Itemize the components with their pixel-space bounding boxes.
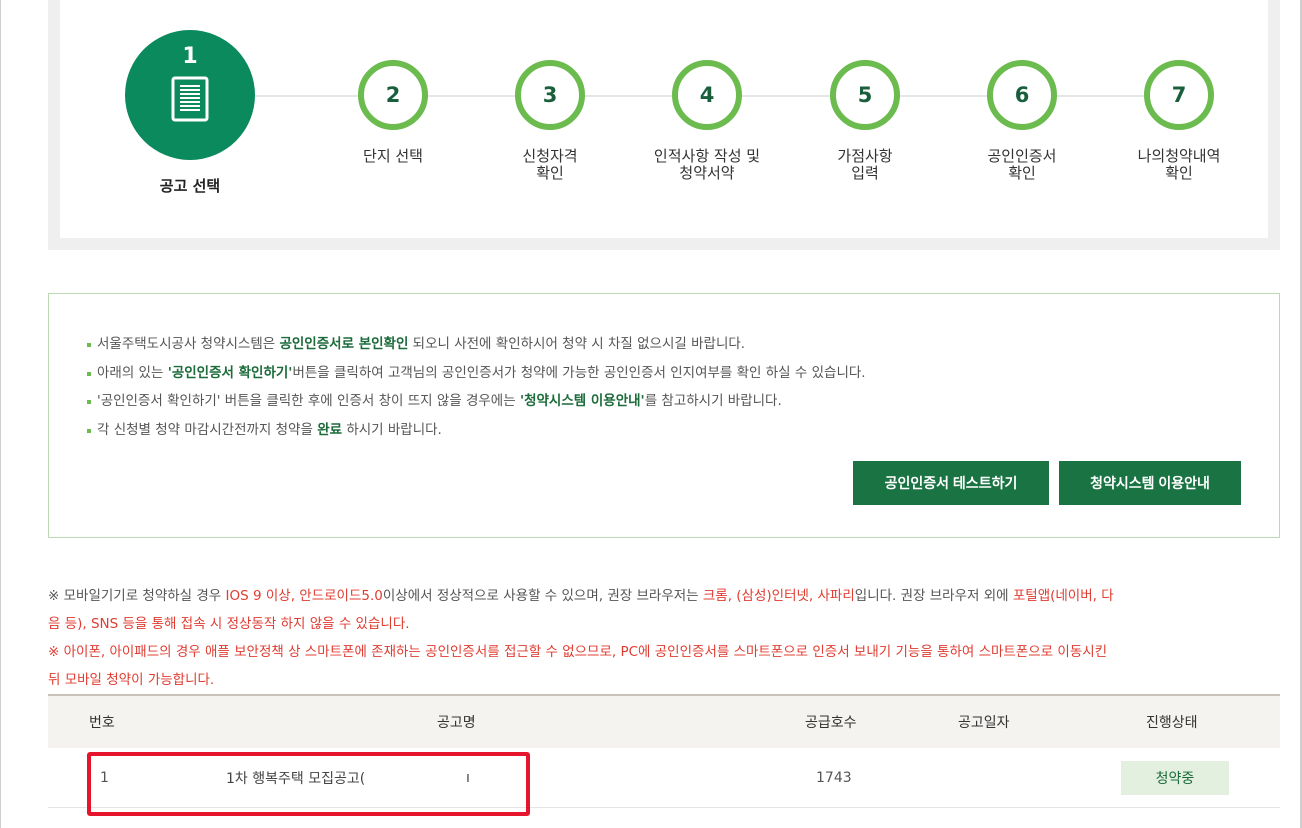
mobile-notice: ※ 모바일기기로 청약하실 경우 IOS 9 이상, 안드로이드5.0이상에서 …	[48, 582, 1278, 694]
step-6-circle: 6	[987, 60, 1057, 130]
row-number: 1	[100, 769, 109, 786]
notice-item: 아래의 있는 '공인인증서 확인하기'버튼을 클릭하여 고객님의 공인인증서가 …	[87, 359, 866, 388]
step-1-label: 공고 선택	[159, 177, 221, 195]
step-progress-panel: 1 공고 선택 2 단지 선택 3 신청자격 확인 4 인적사항 작성 및 청약…	[48, 0, 1280, 250]
header-number: 번호	[89, 715, 115, 731]
mobile-text-highlight: 포털앱(네이버, 다	[1012, 588, 1114, 604]
notice-text: 하시기 바랍니다.	[342, 421, 442, 438]
mobile-text-highlight: 음 등), SNS 등을 통해 접속 시 정상동작 하지 않을 수 있습니다.	[48, 616, 410, 632]
bullet-icon	[87, 371, 91, 376]
step-1-number: 1	[182, 44, 198, 69]
step-3-circle: 3	[515, 60, 585, 130]
mobile-text: ※ 모바일기기로 청약하실 경우	[48, 588, 226, 604]
status-badge[interactable]: 청약중	[1121, 761, 1229, 795]
step-5-circle: 5	[830, 60, 900, 130]
mobile-text-highlight: 크롬, (삼성)인터넷, 사파리	[702, 588, 855, 604]
certificate-test-button[interactable]: 공인인증서 테스트하기	[853, 461, 1049, 505]
step-7-label: 나의청약내역 확인	[1104, 148, 1254, 182]
notice-item: 각 신청별 청약 마감시간전까지 청약을 완료 하시기 바랍니다.	[87, 416, 866, 445]
row-title-link[interactable]: 1차 행복주택 모집공고(	[226, 768, 365, 788]
step-2-label: 단지 선택	[363, 147, 423, 165]
step-6-label-line2: 확인	[1008, 164, 1036, 182]
row-units: 1743	[816, 769, 852, 786]
bullet-icon	[87, 400, 91, 404]
bullet-icon	[87, 428, 91, 433]
step-7-label-line1: 나의청약내역	[1137, 147, 1221, 165]
notice-emphasis: '공인인증서 확인하기'	[167, 364, 293, 381]
notice-emphasis: '청약시스템 이용안내'	[519, 393, 645, 409]
notice-text: 를 참고하시기 바랍니다.	[644, 393, 782, 409]
step-5-bonus-points: 5 가점사항 입력	[800, 60, 930, 182]
mobile-warning-line1: ※ 아이폰, 아이패드의 경우 애플 보안정책 상 스마트폰에 존재하는 공인인…	[48, 644, 1108, 660]
mobile-notice-para2: ※ 아이폰, 아이패드의 경우 애플 보안정책 상 스마트폰에 존재하는 공인인…	[48, 638, 1278, 694]
header-units: 공급호수	[805, 715, 857, 731]
step-progress-inner: 1 공고 선택 2 단지 선택 3 신청자격 확인 4 인적사항 작성 및 청약…	[60, 0, 1268, 238]
step-5-label: 가점사항 입력	[800, 148, 930, 182]
step-7-circle: 7	[1144, 60, 1214, 130]
table-header: 번호 공고명 공급호수 공고일자 진행상태	[48, 694, 1280, 748]
step-3-label-line1: 신청자격	[522, 147, 578, 165]
step-5-label-line1: 가점사항	[837, 147, 893, 165]
step-2-circle: 2	[358, 60, 428, 130]
notice-box: 서울주택도시공사 청약시스템은 공인인증서로 본인확인 되오니 사전에 확인하시…	[48, 293, 1280, 538]
step-4-label-line2: 청약서약	[679, 164, 735, 182]
mobile-warning-line2: 뒤 모바일 청약이 가능합니다.	[48, 672, 215, 688]
announcement-table: 번호 공고명 공급호수 공고일자 진행상태 1 1차 행복주택 모집공고( ı …	[48, 694, 1280, 808]
mobile-text: 이상에서 정상적으로 사용할 수 있으며, 권장 브라우저는	[382, 588, 703, 604]
header-date: 공고일자	[958, 715, 1010, 731]
notice-text: 각 신청별 청약 마감시간전까지 청약을	[97, 421, 318, 438]
step-4-circle: 4	[672, 60, 742, 130]
step-7-label-line2: 확인	[1165, 164, 1193, 182]
notice-text: 되오니 사전에 확인하시어 청약 시 차질 없으시길 바랍니다.	[408, 336, 746, 352]
header-title: 공고명	[437, 715, 476, 731]
notice-text: 버튼을 클릭하여 고객님의 공인인증서가 청약에 가능한 공인인증서 인지여부를…	[292, 364, 866, 381]
notice-text: 서울주택도시공사 청약시스템은	[97, 336, 280, 352]
step-7-my-applications: 7 나의청약내역 확인	[1104, 60, 1254, 182]
mobile-text-highlight: IOS 9 이상, 안드로이드5.0	[225, 588, 383, 604]
header-status: 진행상태	[1146, 715, 1198, 731]
step-2-complex-select: 2 단지 선택	[328, 60, 458, 165]
step-3-eligibility-check: 3 신청자격 확인	[485, 60, 615, 182]
notice-emphasis: 공인인증서로 본인확인	[279, 336, 409, 352]
bullet-icon	[87, 343, 91, 347]
step-1-circle: 1	[125, 30, 255, 160]
notice-item: 서울주택도시공사 청약시스템은 공인인증서로 본인확인 되오니 사전에 확인하시…	[87, 330, 866, 359]
step-4-personal-info: 4 인적사항 작성 및 청약서약	[627, 60, 787, 182]
table-row[interactable]: 1 1차 행복주택 모집공고( ı 1743 청약중	[48, 748, 1280, 808]
step-5-label-line2: 입력	[851, 164, 879, 182]
step-4-label-line1: 인적사항 작성 및	[653, 147, 761, 165]
step-6-label-line1: 공인인증서	[987, 147, 1057, 165]
document-icon	[171, 76, 209, 122]
step-3-label-line2: 확인	[536, 164, 564, 182]
step-3-label: 신청자격 확인	[485, 148, 615, 182]
step-4-label: 인적사항 작성 및 청약서약	[627, 148, 787, 182]
step-6-label: 공인인증서 확인	[957, 148, 1087, 182]
notice-item: '공인인증서 확인하기' 버튼을 클릭한 후에 인증서 창이 뜨지 않을 경우에…	[87, 387, 866, 416]
step-6-certificate-check: 6 공인인증서 확인	[957, 60, 1087, 182]
mobile-notice-para1: ※ 모바일기기로 청약하실 경우 IOS 9 이상, 안드로이드5.0이상에서 …	[48, 582, 1278, 638]
notice-text: 아래의 있는	[97, 364, 168, 381]
step-1-announcement-select: 1 공고 선택	[125, 30, 255, 195]
notice-emphasis: 완료	[317, 421, 343, 438]
notice-text: '공인인증서 확인하기' 버튼을 클릭한 후에 인증서 창이 뜨지 않을 경우에…	[97, 393, 520, 409]
mobile-text: 입니다. 권장 브라우저 외에	[854, 588, 1013, 604]
system-guide-button[interactable]: 청약시스템 이용안내	[1059, 461, 1241, 505]
notice-list: 서울주택도시공사 청약시스템은 공인인증서로 본인확인 되오니 사전에 확인하시…	[87, 330, 866, 444]
row-title-tail: ı	[466, 769, 470, 786]
